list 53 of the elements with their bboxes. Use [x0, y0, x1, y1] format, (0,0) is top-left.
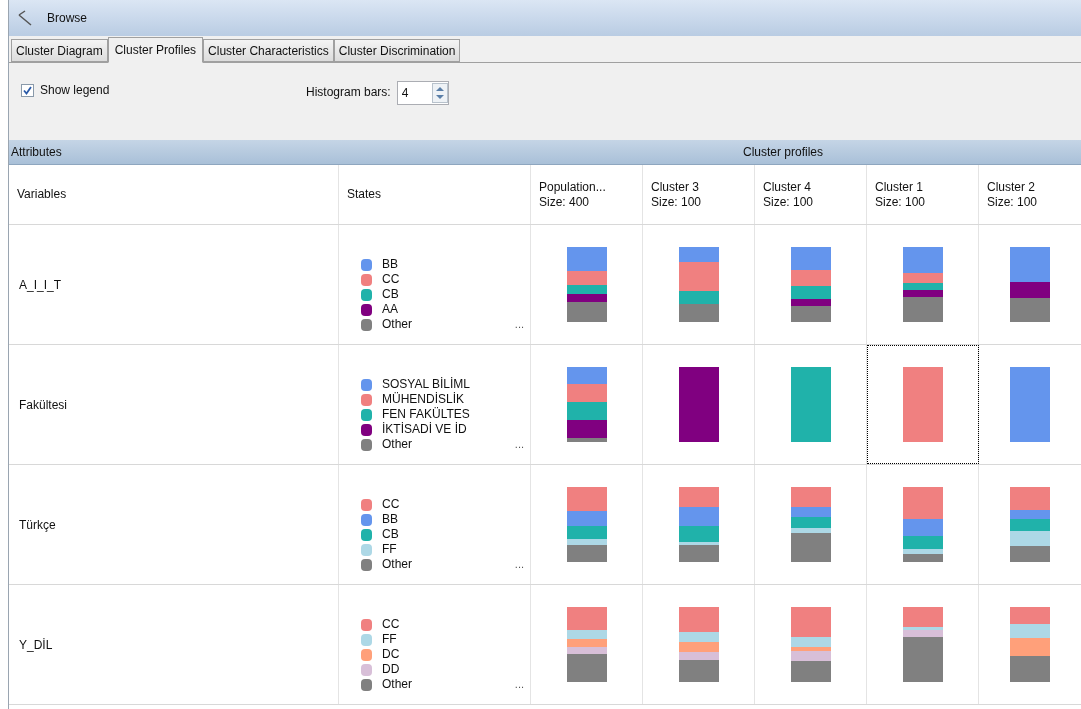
- group-header: Attributes: [10, 144, 63, 161]
- variable-name: A_I_I_T: [19, 276, 62, 294]
- cluster-size: Size: 100: [651, 194, 703, 210]
- cluster-size: Size: 100: [875, 194, 927, 210]
- more-link[interactable]: ...: [514, 675, 524, 692]
- state-label: FEN FAKÜLTES: [382, 407, 470, 422]
- show-legend-checkbox[interactable]: [21, 83, 34, 97]
- profile-cell[interactable]: [867, 345, 979, 464]
- histogram-bars-spinner[interactable]: 4: [396, 81, 449, 105]
- state-label: MÜHENDİSLİK: [382, 392, 464, 407]
- state-label: Other: [382, 437, 412, 452]
- window-title: Browse: [47, 10, 87, 27]
- more-link[interactable]: ...: [514, 435, 524, 452]
- state-label: CB: [382, 287, 399, 302]
- variable-name: Y_DİL: [19, 636, 53, 654]
- more-link[interactable]: ...: [514, 555, 524, 572]
- state-label: Other: [382, 557, 412, 572]
- spin-arrows-icon[interactable]: [431, 83, 448, 103]
- state-label: FF: [382, 632, 397, 647]
- state-label: BB: [382, 512, 398, 527]
- state-label: SOSYAL BİLİML: [382, 377, 471, 392]
- state-label: BB: [382, 257, 398, 272]
- more-link[interactable]: ...: [514, 315, 524, 332]
- cluster-size: Size: 400: [539, 194, 591, 210]
- column-title: Cluster 2: [987, 179, 1037, 195]
- show-legend-label: Show legend: [40, 82, 110, 99]
- state-label: CC: [382, 497, 400, 512]
- column-title: Population...: [539, 179, 607, 195]
- state-label: Other: [382, 317, 412, 332]
- state-label: CC: [382, 617, 400, 632]
- variable-name: Türkçe: [19, 516, 56, 534]
- state-label: İKTİSADİ VE İD: [382, 422, 467, 437]
- cluster-size: Size: 100: [987, 194, 1039, 210]
- tab[interactable]: Cluster Characteristics: [203, 39, 334, 62]
- variable-name: Fakültesi: [19, 396, 68, 414]
- tab[interactable]: Cluster Diagram: [11, 39, 108, 62]
- group-header: Cluster profiles: [742, 144, 825, 161]
- state-label: CB: [382, 527, 399, 542]
- histogram-bars-label: Histogram bars:: [306, 84, 391, 101]
- state-label: DC: [382, 647, 400, 662]
- tab[interactable]: Cluster Profiles: [107, 37, 204, 63]
- column-title: Cluster 4: [763, 179, 813, 195]
- column-title: Cluster 1: [875, 179, 925, 195]
- state-label: FF: [382, 542, 397, 557]
- state-label: DD: [382, 662, 400, 677]
- tab[interactable]: Cluster Discrimination: [333, 39, 461, 62]
- column-title: Cluster 3: [651, 179, 701, 195]
- state-label: Other: [382, 677, 412, 692]
- state-label: AA: [382, 302, 398, 317]
- state-label: CC: [382, 272, 400, 287]
- column-header[interactable]: States: [339, 165, 531, 224]
- column-header[interactable]: Variables: [9, 165, 339, 224]
- cluster-size: Size: 100: [763, 194, 815, 210]
